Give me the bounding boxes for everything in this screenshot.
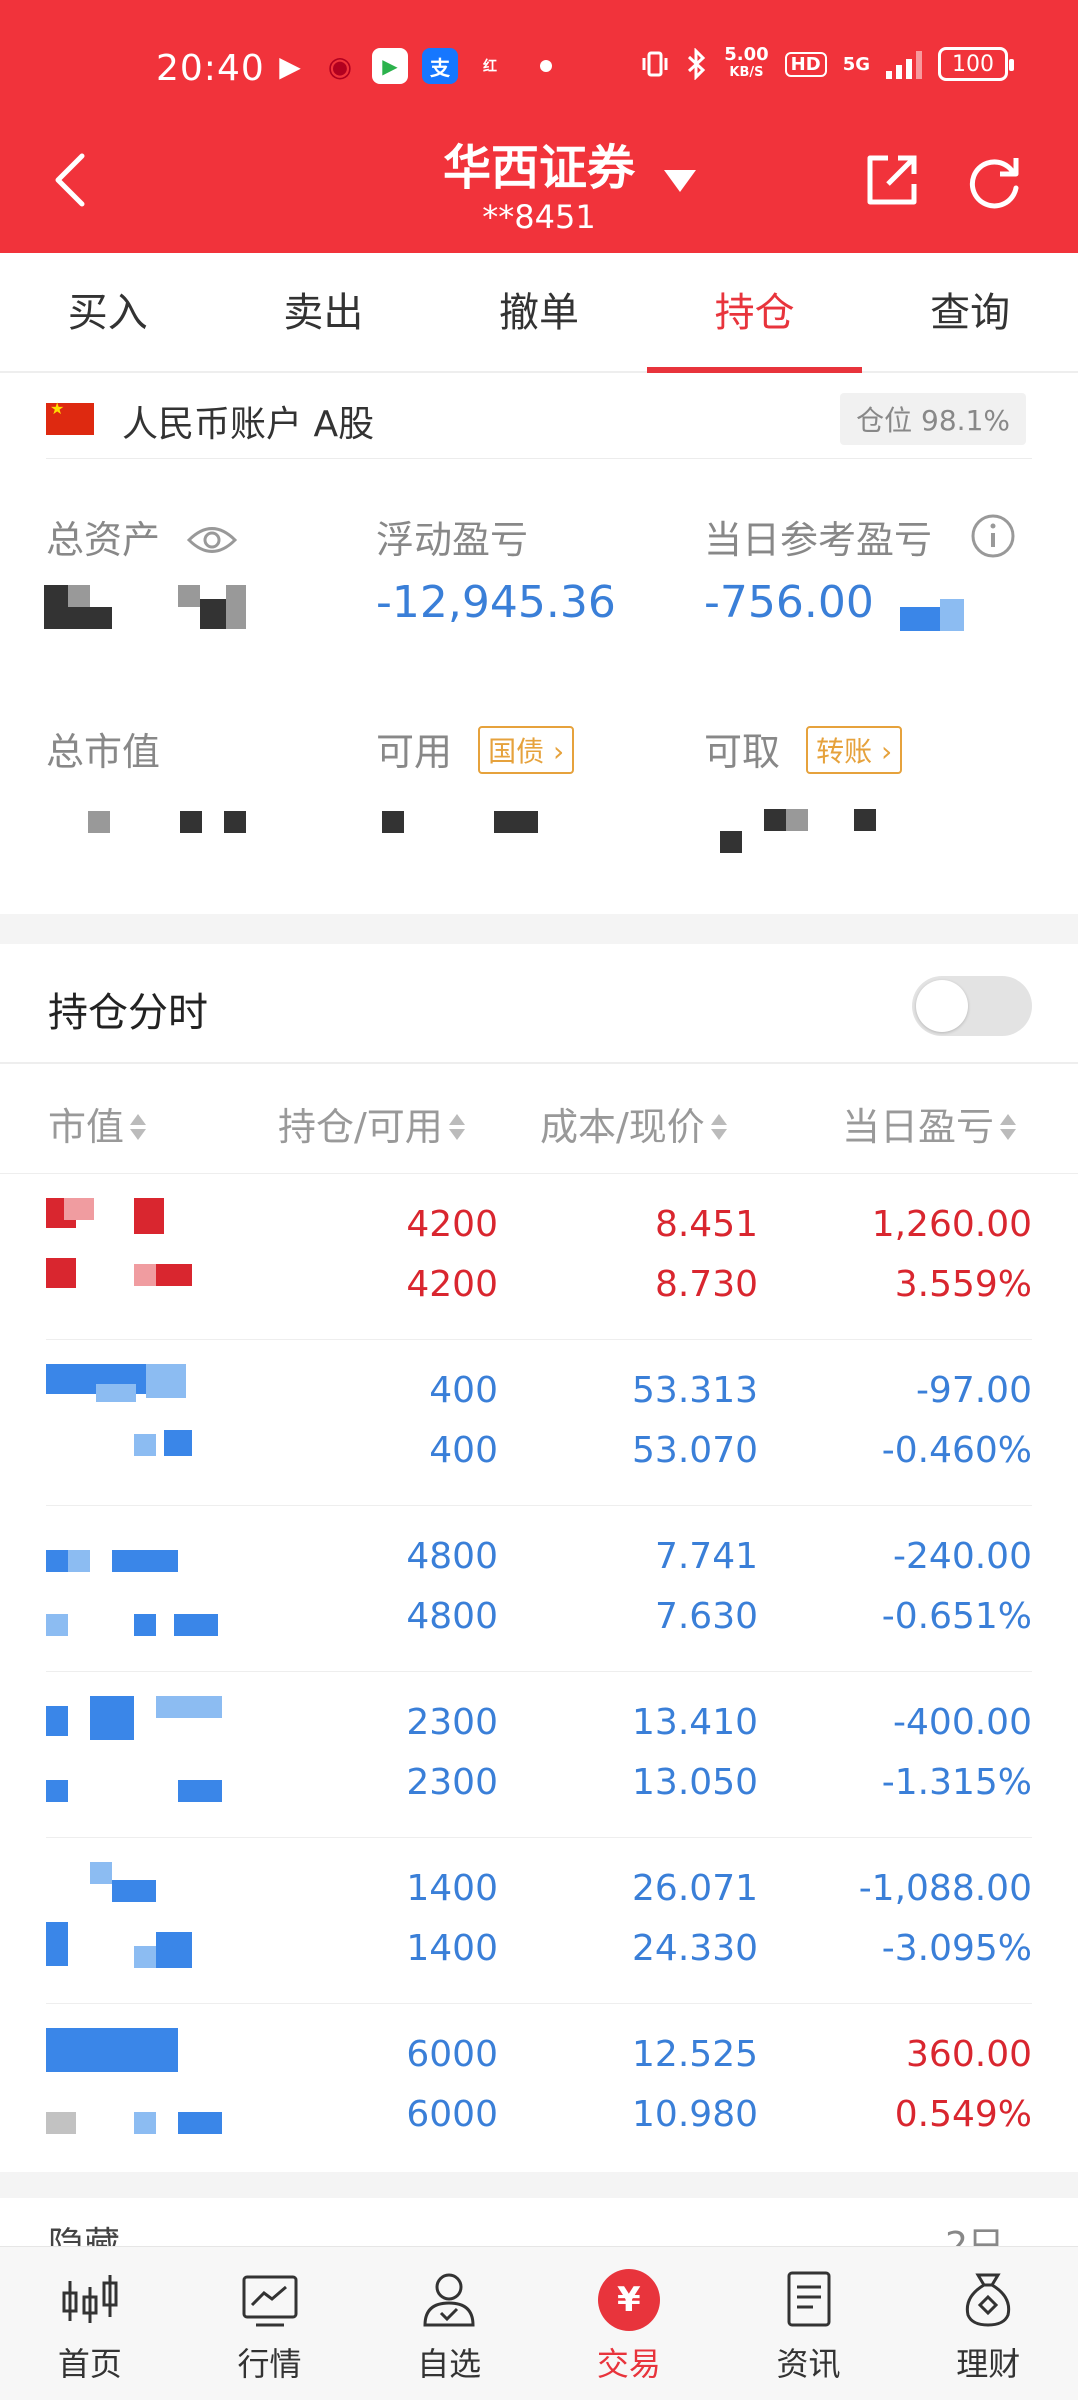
money-bag-icon (966, 2273, 1011, 2327)
green-app-icon: ▶ (372, 48, 408, 84)
status-bar: 20:40 ▶ ◉ ▶ 支 红 5.00 KB/S HD 5G 100 (0, 40, 1078, 100)
candlestick-icon (62, 2275, 118, 2323)
share-icon[interactable] (862, 150, 922, 210)
daily-pnl-label: 当日参考盈亏 (704, 509, 1016, 564)
alipay-icon: 支 (422, 48, 458, 84)
table-row[interactable]: 4800 4800 7.741 7.630 -240.00 -0.651% (46, 1506, 1032, 1672)
network-speed: 5.00 KB/S (724, 44, 769, 81)
positions-list: 4200 4200 8.451 8.730 1,260.00 3.559% 40… (0, 1174, 1078, 2170)
sort-icon (447, 1112, 467, 1142)
table-row[interactable]: 400 400 53.313 53.070 -97.00 -0.460% (46, 1340, 1032, 1506)
sort-icon (128, 1112, 148, 1142)
daily-pnl-value: -756.00 (704, 577, 874, 628)
hidden-count: 2只 (945, 2225, 1004, 2246)
video-app-icon: ▶ (279, 49, 301, 83)
yuan-icon: ¥ (597, 2269, 660, 2331)
user-icon (423, 2273, 475, 2327)
floating-pnl-value: -12,945.36 (376, 577, 616, 628)
section-divider (0, 914, 1078, 944)
nav-home[interactable]: 首页 (0, 2247, 180, 2400)
withdrawable-label: 可取 转账 › (704, 721, 903, 776)
nav-wealth[interactable]: 理财 (898, 2247, 1078, 2400)
section-divider (0, 2172, 1078, 2198)
stock-name-masked (46, 1696, 236, 1816)
status-time: 20:40 (156, 48, 265, 89)
hd-badge: HD (784, 51, 827, 77)
asset-summary: 总资产 浮动盈亏 -12,945.36 当日参考盈亏 -756.00 总市值 可… (0, 459, 1078, 914)
nav-trade[interactable]: ¥ 交易 (539, 2247, 719, 2400)
tab-query[interactable]: 查询 (862, 253, 1078, 371)
account-bar[interactable]: 人民币账户 A股 仓位 98.1% (0, 373, 1078, 459)
xiaohongshu-icon: 红 (483, 59, 497, 75)
battery-icon: 100 (938, 47, 1014, 81)
treasury-bond-button[interactable]: 国债 › (478, 726, 575, 774)
nav-news[interactable]: 资讯 (719, 2247, 899, 2400)
stock-name-masked (46, 1364, 236, 1484)
tab-cancel-order[interactable]: 撤单 (431, 253, 647, 371)
hidden-positions-row[interactable]: 隐藏 2只 (0, 2198, 1078, 2246)
china-flag-icon (46, 399, 94, 435)
account-switch-caret-icon[interactable] (664, 170, 696, 192)
intraday-row: 持仓分时 (0, 944, 1078, 1064)
position-ratio-badge: 仓位 98.1% (840, 393, 1026, 445)
toggle-knob (916, 980, 968, 1032)
intraday-toggle[interactable] (912, 976, 1032, 1036)
positions-table-header: 市值 持仓/可用 成本/现价 当日盈亏 (0, 1066, 1078, 1174)
table-row[interactable]: 2300 2300 13.410 13.050 -400.00 -1.315% (46, 1672, 1032, 1838)
total-assets-label: 总资产 (46, 509, 238, 564)
intraday-label: 持仓分时 (48, 990, 208, 1036)
market-value-label: 总市值 (46, 730, 161, 774)
tab-buy[interactable]: 买入 (0, 253, 216, 371)
stock-name-masked (46, 2028, 236, 2148)
nav-watchlist[interactable]: 自选 (359, 2247, 539, 2400)
available-label: 可用 国债 › (376, 721, 575, 776)
network-type: 5G (842, 53, 870, 75)
sort-daily-pnl[interactable]: 当日盈亏 (842, 1096, 1018, 1151)
trade-tabs: 买入 卖出 撤单 持仓 查询 (0, 253, 1078, 373)
nav-market[interactable]: 行情 (180, 2247, 360, 2400)
notification-icons: ▶ ◉ ▶ 支 红 (272, 48, 552, 84)
system-indicators: 5.00 KB/S HD 5G 100 (640, 44, 1014, 82)
info-icon[interactable] (970, 513, 1016, 559)
stock-name-masked (46, 1862, 236, 1982)
sort-position[interactable]: 持仓/可用 (278, 1096, 467, 1151)
document-icon (787, 2271, 831, 2327)
table-row[interactable]: 6000 6000 12.525 10.980 360.00 0.549% (46, 2004, 1032, 2170)
weibo-icon: ◉ (327, 49, 353, 83)
vibrate-icon (642, 51, 668, 77)
sort-icon (998, 1112, 1018, 1142)
stock-name-masked (46, 1198, 236, 1318)
eye-icon[interactable] (186, 523, 238, 557)
account-label: 人民币账户 A股 (122, 404, 375, 445)
stock-name-masked (46, 1530, 236, 1650)
more-notifications-icon (540, 60, 552, 72)
sort-icon (709, 1112, 729, 1142)
hidden-label: 隐藏 (48, 2225, 121, 2246)
app-header: 20:40 ▶ ◉ ▶ 支 红 5.00 KB/S HD 5G 100 华西证券… (0, 0, 1078, 253)
tab-positions[interactable]: 持仓 (646, 253, 863, 373)
floating-pnl-label: 浮动盈亏 (376, 518, 529, 562)
sort-cost-price[interactable]: 成本/现价 (540, 1096, 729, 1151)
sort-market-value[interactable]: 市值 (48, 1096, 148, 1151)
bottom-navigation: 首页 行情 自选 ¥ 交易 资讯 理财 (0, 2246, 1078, 2400)
table-row[interactable]: 4200 4200 8.451 8.730 1,260.00 3.559% (46, 1174, 1032, 1340)
table-row[interactable]: 1400 1400 26.071 24.330 -1,088.00 -3.095… (46, 1838, 1032, 2004)
bluetooth-icon (688, 48, 706, 80)
chart-icon (242, 2275, 297, 2327)
tab-sell[interactable]: 卖出 (216, 253, 432, 371)
signal-icon (886, 49, 922, 79)
transfer-button[interactable]: 转账 › (806, 726, 903, 774)
refresh-icon[interactable] (962, 150, 1026, 214)
